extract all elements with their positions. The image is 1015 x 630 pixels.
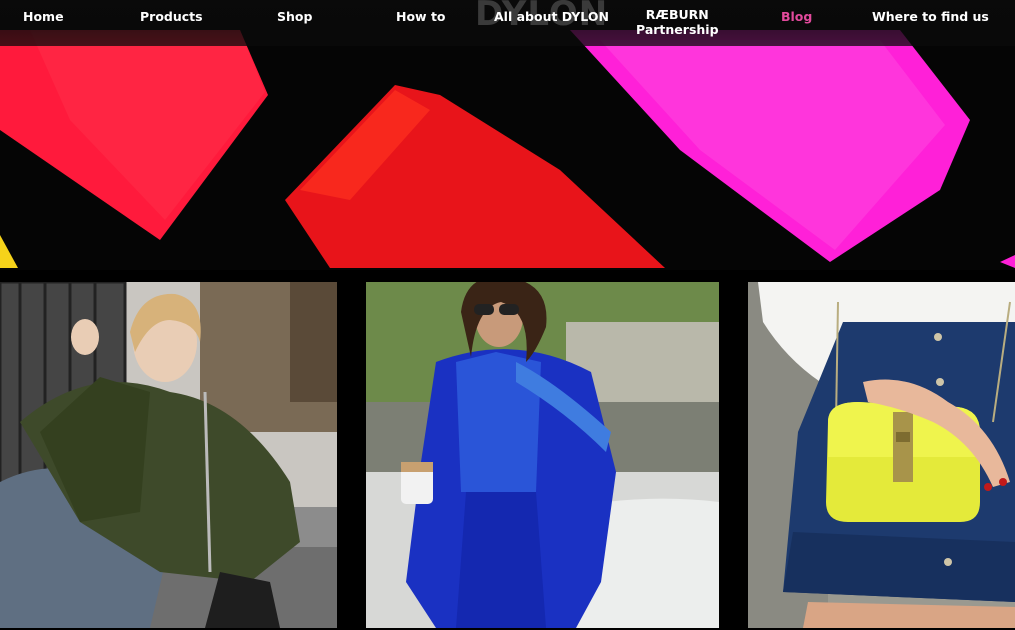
- woman-green-shirt-photo: [0, 282, 337, 628]
- blog-gallery: [0, 270, 1015, 630]
- hero-banner: DYLON Home Products Shop How to All abou…: [0, 0, 1015, 270]
- nav-all-about-dylon[interactable]: All about DYLON: [494, 9, 609, 24]
- nav-home[interactable]: Home: [23, 9, 64, 24]
- main-nav: DYLON Home Products Shop How to All abou…: [0, 0, 1015, 46]
- nav-how-to[interactable]: How to: [396, 9, 446, 24]
- yellow-bag-denim-skirt-photo: [748, 282, 1015, 628]
- woman-blue-suit-photo: [366, 282, 719, 628]
- gallery-item-yellow-bag[interactable]: [748, 282, 1015, 628]
- gallery-item-green-shirt[interactable]: [0, 282, 337, 628]
- nav-raeburn-line2: Partnership: [636, 22, 719, 37]
- nav-blog[interactable]: Blog: [781, 9, 812, 24]
- nav-products[interactable]: Products: [140, 9, 203, 24]
- gallery-item-blue-suit[interactable]: [366, 282, 719, 628]
- nav-where-to-find-us[interactable]: Where to find us: [872, 9, 989, 24]
- nav-raeburn-line1: RÆBURN: [645, 7, 709, 22]
- nav-raeburn-partnership[interactable]: RÆBURN Partnership: [636, 7, 719, 37]
- nav-shop[interactable]: Shop: [277, 9, 312, 24]
